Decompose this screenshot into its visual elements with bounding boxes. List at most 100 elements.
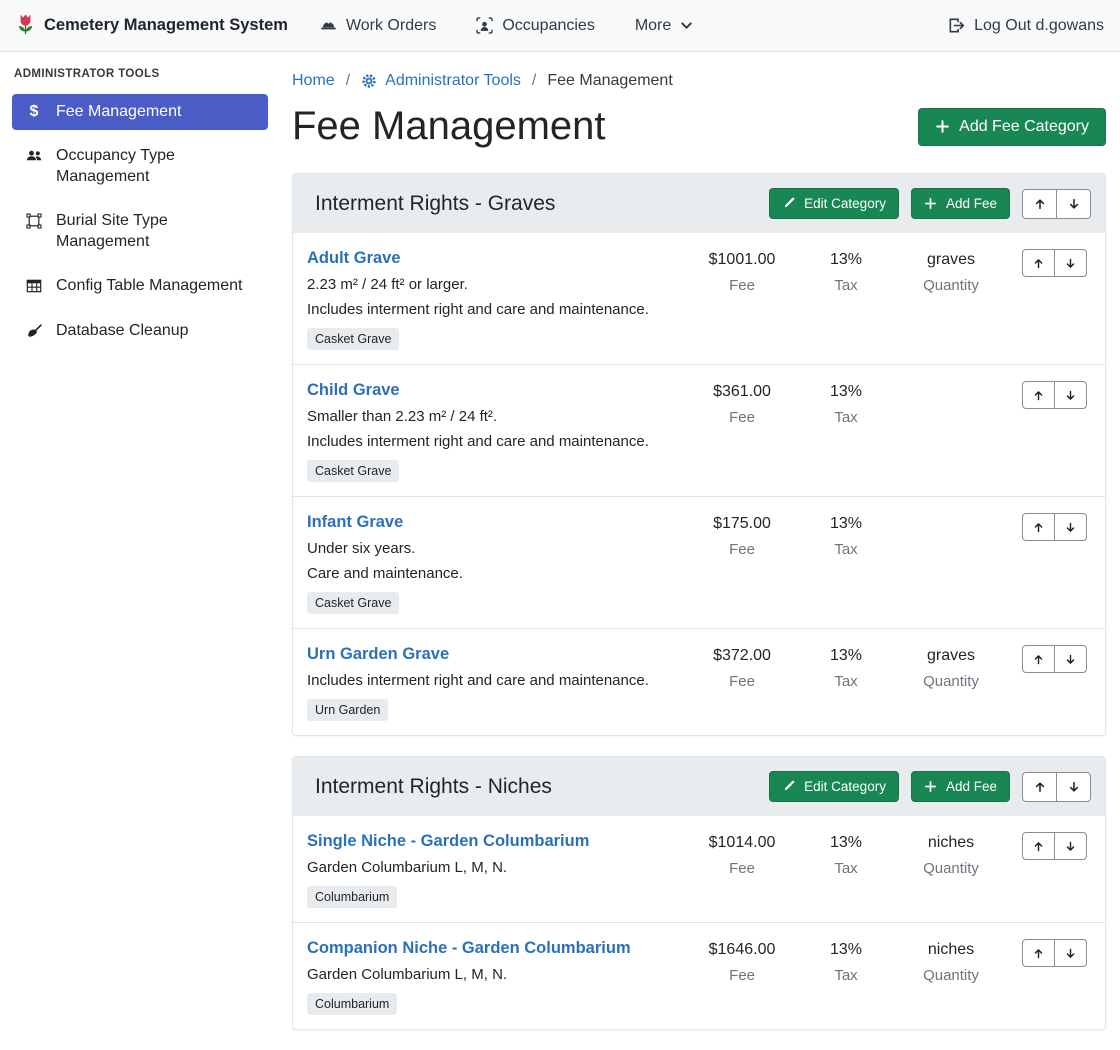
vector-square-icon <box>24 213 44 229</box>
breadcrumb-separator: / <box>346 72 350 90</box>
fee-amount-cell: $175.00 Fee <box>688 513 796 558</box>
fee-amount-label: Fee <box>688 673 796 690</box>
top-navbar: Cemetery Management System Work Orders <box>0 0 1120 52</box>
fee-description: Garden Columbarium L, M, N. <box>307 859 688 876</box>
people-icon <box>24 148 44 164</box>
pencil-icon <box>782 780 795 793</box>
fee-reorder-group <box>1022 381 1087 409</box>
add-fee-category-button[interactable]: Add Fee Category <box>918 108 1106 146</box>
fee-row: Urn Garden Grave Includes interment righ… <box>293 629 1105 735</box>
fee-amount-label: Fee <box>688 409 796 426</box>
move-fee-up-button[interactable] <box>1022 249 1055 277</box>
move-category-down-button[interactable] <box>1056 772 1091 802</box>
arrow-up-icon <box>1032 653 1045 666</box>
fee-amount-cell: $1014.00 Fee <box>688 832 796 877</box>
move-fee-up-button[interactable] <box>1022 381 1055 409</box>
add-fee-label: Add Fee <box>946 779 997 794</box>
fee-description: 2.23 m² / 24 ft² or larger. <box>307 276 688 293</box>
broom-icon <box>24 323 44 340</box>
fee-quantity-cell: graves Quantity <box>896 249 1006 294</box>
fee-details: Urn Garden Grave Includes interment righ… <box>305 645 688 721</box>
fee-details: Infant Grave Under six years. Care and m… <box>305 513 688 614</box>
fee-name-link[interactable]: Child Grave <box>307 381 400 400</box>
breadcrumb-home-link[interactable]: Home <box>292 72 335 90</box>
logout-link[interactable]: Log Out d.gowans <box>948 17 1104 35</box>
sidebar-item-fee-management[interactable]: $ Fee Management <box>12 94 268 130</box>
breadcrumb-current: Fee Management <box>547 72 672 90</box>
arrow-down-icon <box>1064 840 1077 853</box>
move-fee-down-button[interactable] <box>1054 832 1087 860</box>
arrow-down-icon <box>1064 257 1077 270</box>
gear-icon <box>361 73 377 89</box>
nav-work-orders[interactable]: Work Orders <box>320 17 436 35</box>
fee-reorder-group <box>1022 832 1087 860</box>
move-fee-down-button[interactable] <box>1054 939 1087 967</box>
fee-tax-cell: 13% Tax <box>796 249 896 294</box>
fee-quantity-label: Quantity <box>896 277 1006 294</box>
move-fee-down-button[interactable] <box>1054 249 1087 277</box>
add-fee-button[interactable]: Add Fee <box>911 771 1010 802</box>
fee-row: Infant Grave Under six years. Care and m… <box>293 497 1105 629</box>
move-fee-down-button[interactable] <box>1054 513 1087 541</box>
page-title: Fee Management <box>292 104 606 149</box>
breadcrumb-admin-tools-link[interactable]: Administrator Tools <box>361 72 521 90</box>
category-title: Interment Rights - Graves <box>307 192 555 216</box>
move-category-down-button[interactable] <box>1056 189 1091 219</box>
fee-amount-cell: $1001.00 Fee <box>688 249 796 294</box>
add-fee-category-label: Add Fee Category <box>959 118 1089 136</box>
fee-tax-cell: 13% Tax <box>796 381 896 426</box>
fee-name-link[interactable]: Infant Grave <box>307 513 403 532</box>
fee-amount-cell: $1646.00 Fee <box>688 939 796 984</box>
sidebar-item-burial-site-type-management[interactable]: Burial Site Type Management <box>12 203 268 260</box>
nav-occupancies[interactable]: Occupancies <box>476 17 595 35</box>
move-fee-up-button[interactable] <box>1022 513 1055 541</box>
move-fee-up-button[interactable] <box>1022 645 1055 673</box>
fee-tax: 13% <box>796 834 896 852</box>
fee-reorder-group <box>1022 249 1087 277</box>
arrow-down-icon <box>1064 653 1077 666</box>
dollar-icon: $ <box>24 104 44 120</box>
edit-category-button[interactable]: Edit Category <box>769 188 899 219</box>
box-arrow-right-icon <box>948 17 965 34</box>
sidebar-item-occupancy-type-management[interactable]: Occupancy Type Management <box>12 138 268 195</box>
category-reorder-group <box>1022 189 1091 219</box>
move-fee-up-button[interactable] <box>1022 939 1055 967</box>
pencil-icon <box>782 197 795 210</box>
nav-more[interactable]: More <box>635 17 693 35</box>
fee-tax: 13% <box>796 251 896 269</box>
sidebar-item-label: Burial Site Type Management <box>56 211 256 252</box>
plus-icon <box>935 119 950 134</box>
sidebar-item-database-cleanup[interactable]: Database Cleanup <box>12 313 268 349</box>
arrow-up-icon <box>1033 780 1047 794</box>
move-category-up-button[interactable] <box>1022 189 1057 219</box>
move-fee-up-button[interactable] <box>1022 832 1055 860</box>
move-category-up-button[interactable] <box>1022 772 1057 802</box>
arrow-down-icon <box>1064 947 1077 960</box>
person-bounding-box-icon <box>476 17 493 34</box>
fee-reorder-group <box>1022 513 1087 541</box>
plus-icon <box>924 780 937 793</box>
edit-category-button[interactable]: Edit Category <box>769 771 899 802</box>
fee-tax-label: Tax <box>796 967 896 984</box>
fee-amount-label: Fee <box>688 967 796 984</box>
app-brand[interactable]: Cemetery Management System <box>16 13 288 38</box>
fee-type-badge: Urn Garden <box>307 699 388 721</box>
arrow-down-icon <box>1064 389 1077 402</box>
add-fee-label: Add Fee <box>946 196 997 211</box>
fee-name-link[interactable]: Single Niche - Garden Columbarium <box>307 832 589 851</box>
fee-amount: $1646.00 <box>688 941 796 959</box>
fee-name-link[interactable]: Companion Niche - Garden Columbarium <box>307 939 631 958</box>
sidebar-item-config-table-management[interactable]: Config Table Management <box>12 268 268 304</box>
fee-name-link[interactable]: Adult Grave <box>307 249 401 268</box>
fee-quantity-label: Quantity <box>896 673 1006 690</box>
fee-type-badge: Casket Grave <box>307 592 399 614</box>
main-content: Home / Administrator Tools / Fee Managem… <box>280 52 1120 1050</box>
app-title: Cemetery Management System <box>44 16 288 35</box>
fee-row: Adult Grave 2.23 m² / 24 ft² or larger. … <box>293 233 1105 365</box>
add-fee-button[interactable]: Add Fee <box>911 188 1010 219</box>
move-fee-down-button[interactable] <box>1054 645 1087 673</box>
fee-reorder-group <box>1022 939 1087 967</box>
fee-name-link[interactable]: Urn Garden Grave <box>307 645 449 664</box>
fee-tax: 13% <box>796 383 896 401</box>
move-fee-down-button[interactable] <box>1054 381 1087 409</box>
